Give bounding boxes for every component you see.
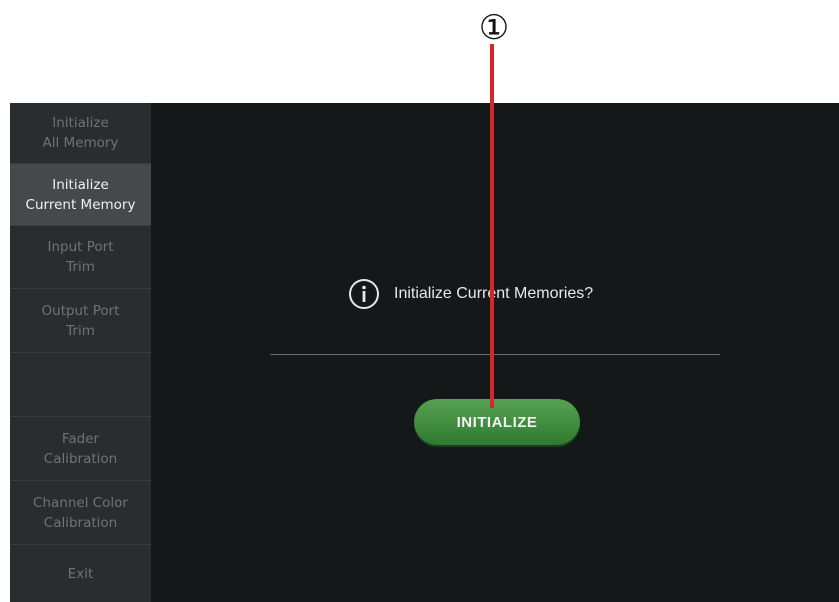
sidebar-item-exit[interactable]: Exit	[10, 545, 151, 602]
sidebar-menu: Initialize All Memory Initialize Current…	[10, 103, 151, 602]
confirm-message-row: Initialize Current Memories?	[348, 277, 593, 311]
callout-line	[490, 44, 494, 408]
callout-number: ①	[478, 8, 510, 48]
sidebar-item-empty	[10, 353, 151, 417]
main-panel: Initialize Current Memories? INITIALIZE	[151, 103, 839, 602]
info-icon	[349, 279, 379, 309]
initialize-button[interactable]: INITIALIZE	[414, 399, 580, 445]
sidebar-item-input-port-trim[interactable]: Input Port Trim	[10, 226, 151, 289]
sidebar-item-initialize-current-memory[interactable]: Initialize Current Memory	[10, 164, 151, 226]
device-screen: Initialize All Memory Initialize Current…	[10, 103, 839, 602]
sidebar-item-fader-calibration[interactable]: Fader Calibration	[10, 417, 151, 481]
sidebar-item-output-port-trim[interactable]: Output Port Trim	[10, 289, 151, 353]
divider	[270, 354, 720, 355]
sidebar-item-channel-color-calibration[interactable]: Channel Color Calibration	[10, 481, 151, 545]
sidebar-item-initialize-all-memory[interactable]: Initialize All Memory	[10, 103, 151, 164]
